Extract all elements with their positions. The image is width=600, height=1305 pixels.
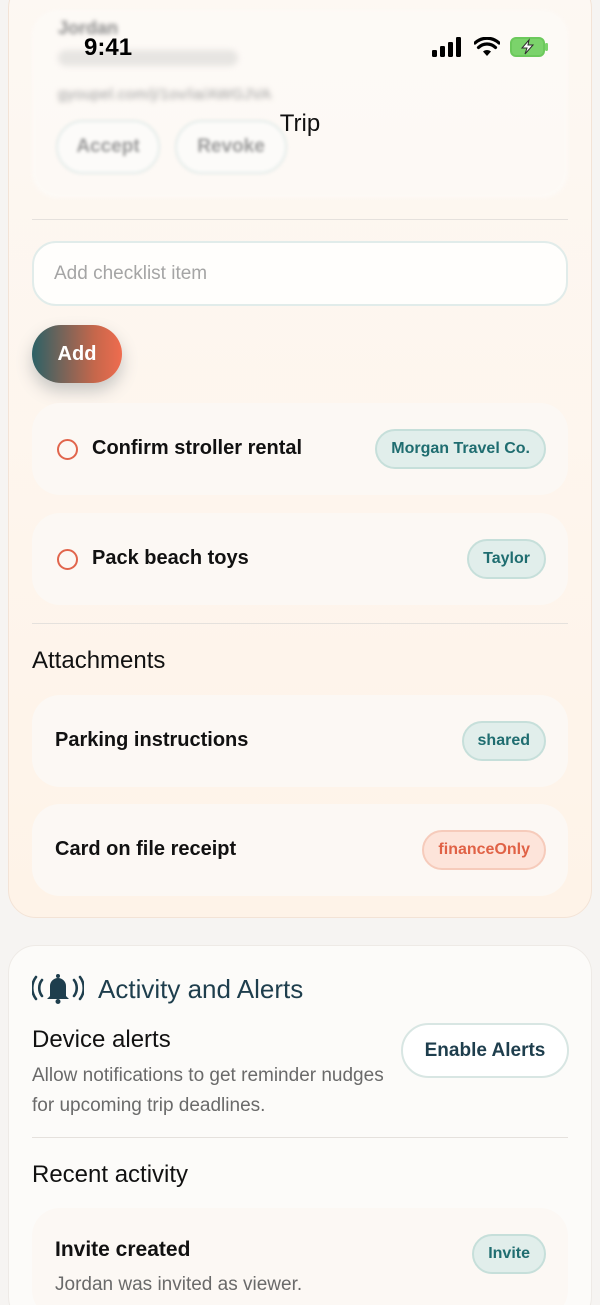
bell-ringing-icon — [31, 970, 85, 1009]
wifi-icon — [473, 36, 501, 62]
visibility-badge: shared — [461, 721, 546, 761]
activity-item-title: Invite created — [55, 1238, 191, 1261]
status-bar: 9:41 — [0, 0, 600, 96]
assignee-badge: Taylor — [467, 539, 546, 579]
device-alerts-description: Allow notifications to get reminder nudg… — [32, 1065, 384, 1116]
attachment-label: Card on file receipt — [55, 838, 237, 860]
trip-screen: Jordan gyoupel.com/j/1ov/ia/AWGJVA Accep… — [0, 0, 600, 1305]
attachments-title: Attachments — [32, 647, 166, 674]
checkbox-circle-icon[interactable] — [57, 549, 78, 570]
checklist-item-input[interactable] — [32, 241, 568, 306]
activity-title: Activity and Alerts — [98, 974, 304, 1004]
enable-alerts-button[interactable]: Enable Alerts — [401, 1023, 569, 1078]
divider — [32, 623, 568, 624]
activity-header: Activity and Alerts — [31, 970, 304, 1009]
device-alerts-title: Device alerts — [32, 1026, 171, 1053]
battery-charging-icon — [510, 36, 550, 63]
attachment-item[interactable]: Card on file receipt financeOnly — [32, 804, 568, 896]
checklist-item[interactable]: Pack beach toys Taylor — [32, 513, 568, 605]
activity-item-description: Jordan was invited as viewer. — [55, 1274, 303, 1295]
checkbox-circle-icon[interactable] — [57, 439, 78, 460]
cellular-signal-icon — [432, 37, 464, 62]
checklist-item-label: Pack beach toys — [92, 547, 249, 569]
page-title: Trip — [279, 110, 321, 137]
checklist-item-label: Confirm stroller rental — [92, 437, 303, 459]
activity-item: Invite created Jordan was invited as vie… — [32, 1208, 568, 1305]
divider — [32, 1137, 568, 1138]
divider — [32, 219, 568, 220]
status-time: 9:41 — [84, 34, 133, 61]
recent-activity-title: Recent activity — [32, 1161, 189, 1188]
visibility-badge: financeOnly — [422, 830, 546, 870]
attachment-item[interactable]: Parking instructions shared — [32, 695, 568, 787]
checklist-item[interactable]: Confirm stroller rental Morgan Travel Co… — [32, 403, 568, 495]
add-checklist-button[interactable]: Add — [32, 325, 122, 383]
assignee-badge: Morgan Travel Co. — [375, 429, 546, 469]
activity-type-badge: Invite — [472, 1234, 546, 1274]
status-icons — [432, 36, 550, 63]
attachment-label: Parking instructions — [55, 729, 249, 751]
